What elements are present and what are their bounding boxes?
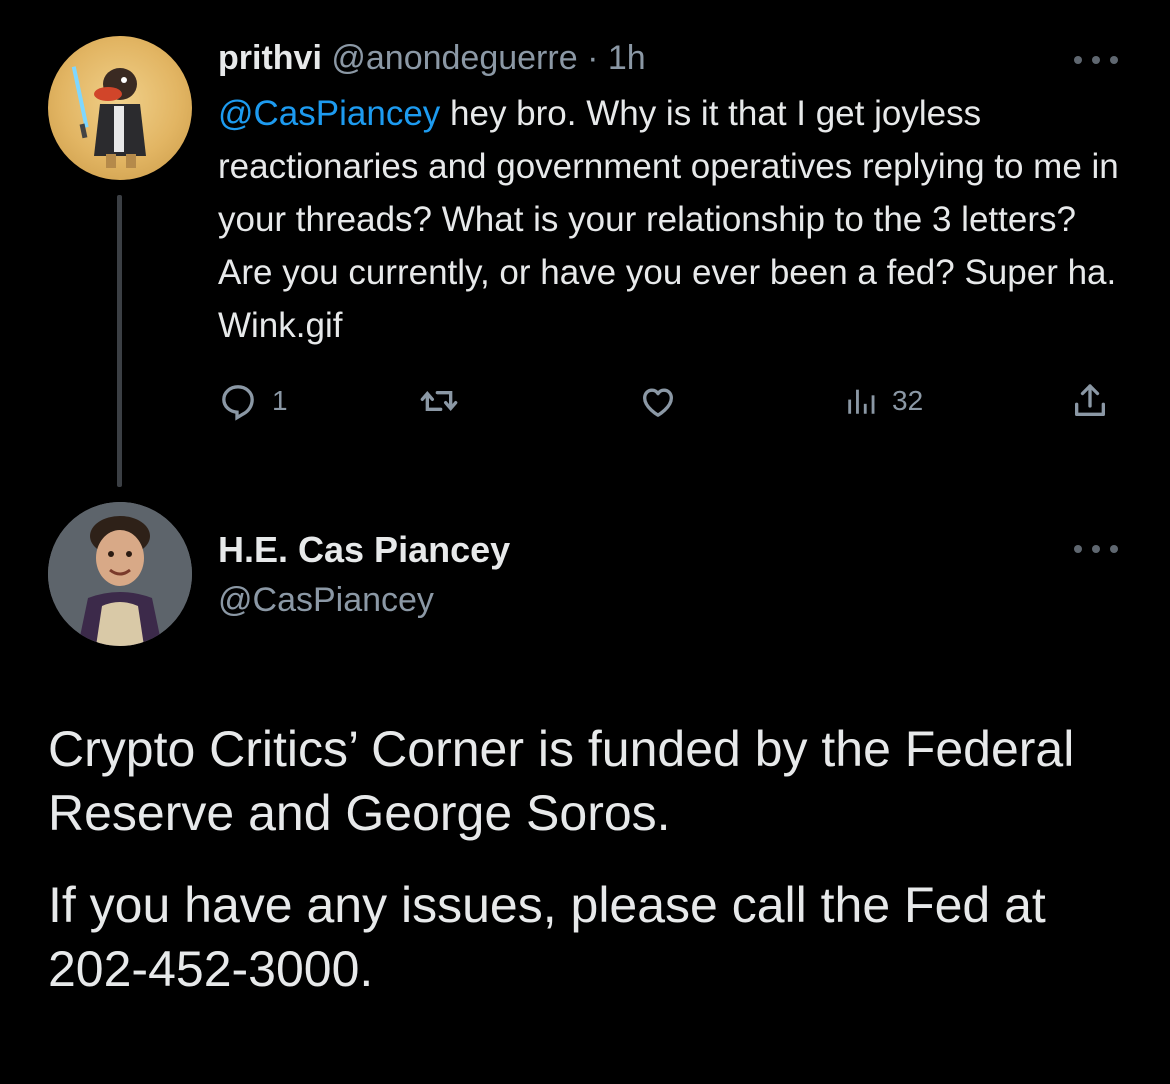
tweet-paragraph: If you have any issues, please call the … bbox=[48, 877, 1046, 997]
avatar[interactable] bbox=[48, 502, 192, 646]
avatar-photo bbox=[48, 502, 192, 646]
views-icon bbox=[848, 389, 875, 414]
views-count: 32 bbox=[892, 385, 924, 416]
reply-body: @CasPiancey hey bro. Why is it that I ge… bbox=[218, 87, 1138, 352]
author-handle[interactable]: @anondeguerre bbox=[331, 39, 577, 77]
retweet-icon bbox=[420, 390, 458, 412]
author-handle-text[interactable]: @anondeguerre bbox=[331, 39, 577, 77]
separator-dot: · bbox=[577, 39, 608, 77]
reply-tweet: prithvi @anondeguerre · 1h @CasPiancey h… bbox=[0, 0, 1170, 487]
more-icon[interactable] bbox=[1074, 542, 1118, 556]
avatar-illustration bbox=[71, 66, 146, 168]
author-handle[interactable]: @CasPiancey bbox=[218, 578, 434, 622]
reply-count: 1 bbox=[272, 385, 288, 416]
like-button[interactable] bbox=[636, 374, 680, 428]
reply-icon bbox=[222, 385, 254, 421]
author-name[interactable]: H.E. Cas Piancey bbox=[218, 527, 510, 573]
more-icon[interactable] bbox=[1074, 53, 1118, 67]
tweet-paragraph: Crypto Critics’ Corner is funded by the … bbox=[48, 721, 1075, 841]
heart-icon bbox=[643, 388, 673, 417]
action-bar: 1 32 bbox=[218, 374, 1118, 428]
avatar[interactable] bbox=[48, 36, 192, 180]
timestamp[interactable]: 1h bbox=[608, 39, 646, 77]
thread-line bbox=[117, 195, 122, 487]
main-tweet-body: Crypto Critics’ Corner is funded by the … bbox=[48, 717, 1128, 1029]
share-icon bbox=[1075, 384, 1105, 416]
reply-header: prithvi @anondeguerre · 1h bbox=[218, 36, 646, 80]
mention-link[interactable]: @CasPiancey bbox=[218, 94, 440, 133]
reply-button[interactable]: 1 bbox=[218, 374, 288, 428]
views-button[interactable]: 32 bbox=[844, 374, 923, 428]
retweet-button[interactable] bbox=[418, 374, 460, 428]
author-name[interactable]: prithvi bbox=[218, 39, 322, 77]
share-button[interactable] bbox=[1070, 374, 1110, 428]
